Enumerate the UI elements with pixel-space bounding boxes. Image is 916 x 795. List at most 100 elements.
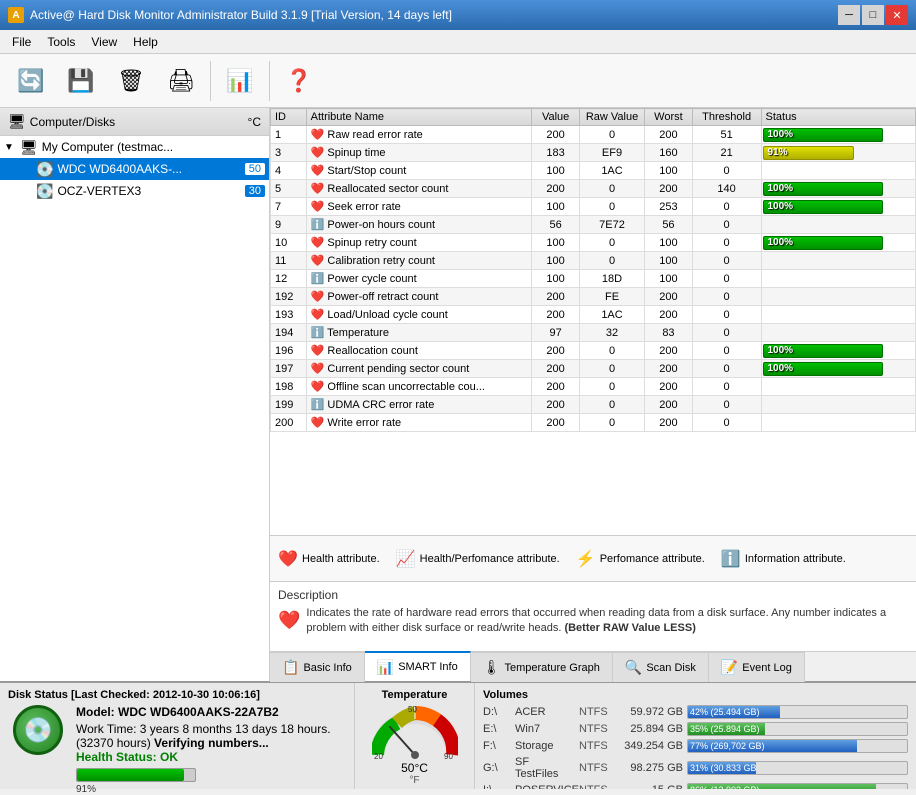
- maximize-button[interactable]: □: [862, 5, 884, 25]
- volume-label: Win7: [515, 723, 575, 735]
- computer-label: My Computer (testmac...: [42, 140, 265, 154]
- tab-event[interactable]: 📝 Event Log: [709, 652, 805, 682]
- disk1-temp-badge: 50: [245, 163, 265, 175]
- cell-threshold: 140: [692, 180, 761, 198]
- cell-threshold: 0: [692, 252, 761, 270]
- svg-text:20: 20: [374, 752, 383, 761]
- toolbar-add-button[interactable]: 💾: [58, 58, 104, 104]
- expand-icon[interactable]: ▼: [4, 142, 20, 153]
- right-panel: ID Attribute Name Value Raw Value Worst …: [270, 108, 916, 681]
- menu-view[interactable]: View: [83, 33, 125, 51]
- menu-help[interactable]: Help: [125, 33, 166, 51]
- temperature-title: Temperature: [382, 689, 448, 701]
- cell-id: 12: [271, 270, 307, 288]
- cell-threshold: 0: [692, 234, 761, 252]
- tree-item-computer[interactable]: ▼ 🖥 My Computer (testmac...: [0, 136, 269, 158]
- volume-bar-fill: 77% (269,702 GB): [688, 740, 857, 752]
- col-header-threshold: Threshold: [692, 109, 761, 126]
- health-legend-label: Health attribute.: [302, 553, 380, 565]
- tab-smart[interactable]: 📊 SMART Info: [365, 651, 471, 681]
- table-row[interactable]: 197 ❤️ Current pending sector count 200 …: [271, 360, 916, 378]
- description-content: ❤️ Indicates the rate of hardware read e…: [278, 606, 908, 637]
- cell-value: 200: [532, 414, 580, 432]
- disk2-temp-badge: 30: [245, 185, 265, 197]
- table-row[interactable]: 196 ❤️ Reallocation count 200 0 200 0 10…: [271, 342, 916, 360]
- table-row[interactable]: 11 ❤️ Calibration retry count 100 0 100 …: [271, 252, 916, 270]
- minimize-button[interactable]: ─: [838, 5, 860, 25]
- close-button[interactable]: ✕: [886, 5, 908, 25]
- cell-id: 194: [271, 324, 307, 342]
- disk1-label: WDC WD6400AAKS-...: [57, 162, 240, 176]
- cell-worst: 200: [645, 378, 693, 396]
- table-row[interactable]: 5 ❤️ Reallocated sector count 200 0 200 …: [271, 180, 916, 198]
- toolbar-monitor-button[interactable]: 📊: [217, 58, 263, 104]
- table-row[interactable]: 3 ❤️ Spinup time 183 EF9 160 21 91%: [271, 144, 916, 162]
- basic-tab-icon: 📋: [282, 659, 299, 676]
- toolbar-print-button[interactable]: 🖨: [158, 58, 204, 104]
- volume-label: Storage: [515, 740, 575, 752]
- table-row[interactable]: 9 ℹ️ Power-on hours count 56 7E72 56 0: [271, 216, 916, 234]
- event-tab-label: Event Log: [742, 662, 792, 674]
- table-row[interactable]: 199 ℹ️ UDMA CRC error rate 200 0 200 0: [271, 396, 916, 414]
- cell-raw: 0: [579, 252, 644, 270]
- smart-tab-icon: 📊: [377, 659, 394, 676]
- col-header-raw: Raw Value: [579, 109, 644, 126]
- cell-raw: EF9: [579, 144, 644, 162]
- cell-status: 91%: [761, 144, 916, 162]
- table-row[interactable]: 193 ❤️ Load/Unload cycle count 200 1AC 2…: [271, 306, 916, 324]
- menu-tools[interactable]: Tools: [39, 33, 83, 51]
- volume-bar: 35% (25.894 GB): [687, 722, 908, 736]
- disk-info: Model: WDC WD6400AAKS-22A7B2 Work Time: …: [76, 705, 346, 795]
- cell-worst: 200: [645, 288, 693, 306]
- col-header-worst: Worst: [645, 109, 693, 126]
- tab-temp[interactable]: 🌡 Temperature Graph: [471, 652, 613, 682]
- cell-attr: ℹ️ Power-on hours count: [306, 216, 532, 234]
- cell-threshold: 0: [692, 414, 761, 432]
- table-row[interactable]: 194 ℹ️ Temperature 97 32 83 0: [271, 324, 916, 342]
- toolbar-help-button[interactable]: ❓: [276, 58, 322, 104]
- cell-status: 100%: [761, 342, 916, 360]
- smart-table[interactable]: ID Attribute Name Value Raw Value Worst …: [270, 108, 916, 535]
- cell-worst: 200: [645, 396, 693, 414]
- cell-attr: ❤️ Spinup time: [306, 144, 532, 162]
- toolbar-remove-button[interactable]: 🗑: [108, 58, 154, 104]
- table-row[interactable]: 12 ℹ️ Power cycle count 100 18D 100 0: [271, 270, 916, 288]
- tab-scan[interactable]: 🔍 Scan Disk: [613, 652, 709, 682]
- volume-fs: NTFS: [579, 784, 614, 789]
- cell-value: 200: [532, 126, 580, 144]
- cell-value: 200: [532, 180, 580, 198]
- cell-attr: ❤️ Load/Unload cycle count: [306, 306, 532, 324]
- cell-id: 193: [271, 306, 307, 324]
- cell-attr: ❤️ Reallocated sector count: [306, 180, 532, 198]
- tab-bar: 📋 Basic Info 📊 SMART Info 🌡 Temperature …: [270, 651, 916, 681]
- toolbar-refresh-button[interactable]: 🔄: [8, 58, 54, 104]
- col-header-value: Value: [532, 109, 580, 126]
- description-text: Indicates the rate of hardware read erro…: [306, 606, 908, 637]
- menu-file[interactable]: File: [4, 33, 39, 51]
- col-header-attr: Attribute Name: [306, 109, 532, 126]
- cell-id: 7: [271, 198, 307, 216]
- table-row[interactable]: 198 ❤️ Offline scan uncorrectable cou...…: [271, 378, 916, 396]
- legend: ❤️ Health attribute. 📈 Health/Perfomance…: [270, 535, 916, 581]
- print-icon: 🖨: [165, 65, 197, 97]
- cell-value: 56: [532, 216, 580, 234]
- volume-size: 59.972 GB: [618, 706, 683, 718]
- cell-threshold: 0: [692, 396, 761, 414]
- cell-worst: 83: [645, 324, 693, 342]
- cell-id: 199: [271, 396, 307, 414]
- tree-item-disk1[interactable]: 💽 WDC WD6400AAKS-... 50: [0, 158, 269, 180]
- disk-animation: 💿: [13, 705, 63, 755]
- cell-raw: 0: [579, 396, 644, 414]
- tree-item-disk2[interactable]: 💽 OCZ-VERTEX3 30: [0, 180, 269, 202]
- tab-basic[interactable]: 📋 Basic Info: [270, 652, 365, 682]
- table-row[interactable]: 7 ❤️ Seek error rate 100 0 253 0 100%: [271, 198, 916, 216]
- volume-label: ACER: [515, 706, 575, 718]
- table-row[interactable]: 1 ❤️ Raw read error rate 200 0 200 51 10…: [271, 126, 916, 144]
- cell-worst: 200: [645, 306, 693, 324]
- table-row[interactable]: 4 ❤️ Start/Stop count 100 1AC 100 0: [271, 162, 916, 180]
- table-row[interactable]: 10 ❤️ Spinup retry count 100 0 100 0 100…: [271, 234, 916, 252]
- volume-bar-fill: 31% (30.833 GB): [688, 762, 756, 774]
- table-row[interactable]: 200 ❤️ Write error rate 200 0 200 0: [271, 414, 916, 432]
- volume-row: F:\ Storage NTFS 349.254 GB 77% (269,702…: [483, 739, 908, 753]
- table-row[interactable]: 192 ❤️ Power-off retract count 200 FE 20…: [271, 288, 916, 306]
